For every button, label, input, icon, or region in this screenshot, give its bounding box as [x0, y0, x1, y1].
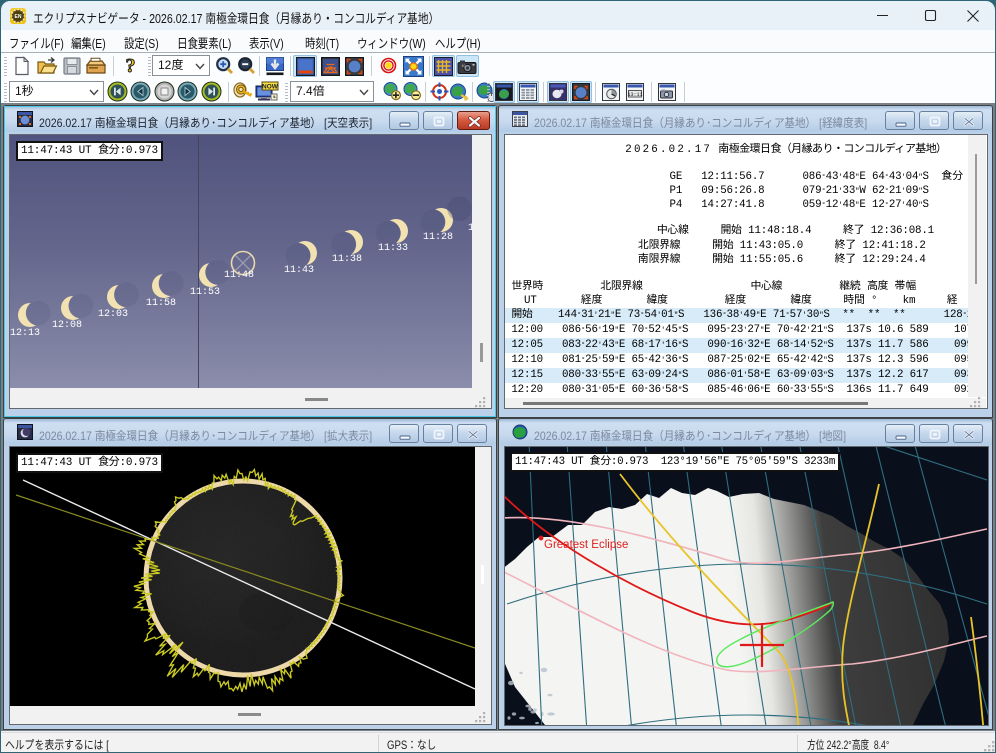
- svg-text:13:11: 13:11: [627, 92, 642, 98]
- svg-text:Greatest Eclipse: Greatest Eclipse: [544, 539, 628, 551]
- svg-text:?: ?: [126, 55, 136, 76]
- svg-text:NOW: NOW: [262, 84, 279, 91]
- svg-text:EN: EN: [15, 14, 22, 20]
- svg-text:10: 10: [462, 64, 466, 68]
